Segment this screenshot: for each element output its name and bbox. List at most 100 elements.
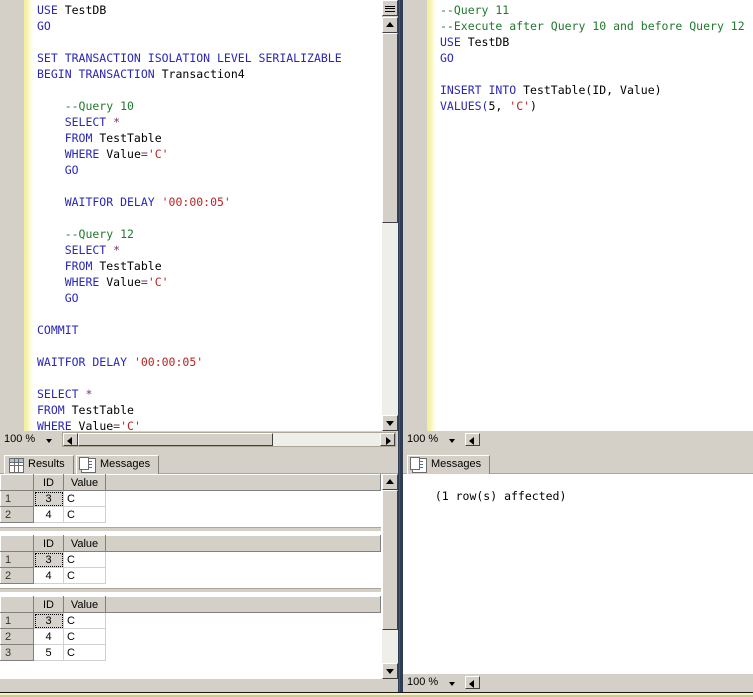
right-scroll-left-button[interactable] [465, 433, 480, 446]
code-token: TestTable [99, 259, 161, 273]
table-row[interactable]: 13C [1, 613, 381, 629]
cell-id[interactable]: 5 [34, 645, 64, 661]
right-sql-editor[interactable]: --Query 11--Execute after Query 10 and b… [403, 0, 753, 431]
table-row[interactable]: 24C [1, 629, 381, 645]
right-editor-zoom-combo[interactable]: 100 % [405, 432, 461, 447]
code-token: 'C' [509, 99, 530, 113]
cell-value[interactable]: C [64, 552, 106, 568]
cell-id[interactable]: 3 [34, 613, 64, 629]
table-row[interactable]: 35C [1, 645, 381, 661]
editor-split-handle[interactable] [382, 0, 398, 16]
table-row[interactable]: 24C [1, 507, 381, 523]
left-editor-code[interactable]: USE TestDBGO SET TRANSACTION ISOLATION L… [33, 0, 398, 431]
right-messages-scroll-left-button[interactable] [465, 676, 480, 689]
row-number-header[interactable]: 1 [1, 491, 34, 507]
left-editor-zoom-combo[interactable]: 100 % [2, 432, 58, 447]
cell-value[interactable]: C [64, 645, 106, 661]
grid-header-filler [106, 475, 381, 491]
code-token: = [141, 275, 148, 289]
grid-column-header[interactable]: ID [34, 597, 64, 613]
scroll-thumb[interactable] [382, 33, 398, 223]
cell-value[interactable]: C [64, 507, 106, 523]
tab-results-label: Results [28, 458, 65, 470]
grid-column-header[interactable] [1, 597, 34, 613]
table-row[interactable]: 13C [1, 552, 381, 568]
tab-messages-right[interactable]: Messages [407, 455, 490, 474]
right-messages-area: (1 row(s) affected) [403, 474, 753, 674]
code-token: SELECT [37, 387, 85, 401]
arrow-down-icon [386, 421, 394, 426]
grid-column-header[interactable]: Value [64, 536, 106, 552]
left-editor-horizontal-scrollbar[interactable] [62, 432, 396, 447]
code-line: WHERE Value='C' [33, 146, 398, 162]
right-messages-zoom-combo[interactable]: 100 % [405, 675, 461, 690]
row-number-header[interactable]: 1 [1, 613, 34, 629]
code-token: GO [440, 51, 454, 65]
cell-filler [106, 568, 381, 584]
scroll-up-button[interactable] [382, 17, 398, 33]
results-scroll-thumb[interactable] [382, 490, 398, 630]
scroll-down-button[interactable] [382, 415, 398, 431]
tab-results[interactable]: Results [4, 455, 74, 474]
cell-value[interactable]: C [64, 613, 106, 629]
table-row[interactable]: 13C [1, 491, 381, 507]
grid-column-header[interactable]: Value [64, 597, 106, 613]
grid-column-header[interactable]: ID [34, 475, 64, 491]
row-number-header[interactable]: 2 [1, 629, 34, 645]
code-token: * [113, 115, 120, 129]
grid-separator [0, 527, 381, 532]
chevron-down-icon [46, 439, 52, 443]
code-token: '00:00:05' [162, 195, 231, 209]
row-number-header[interactable]: 1 [1, 552, 34, 568]
grid-column-header[interactable] [1, 475, 34, 491]
cell-filler [106, 629, 381, 645]
result-grid[interactable]: IDValue13C24C [0, 535, 381, 584]
code-token: BEGIN TRANSACTION [37, 67, 162, 81]
code-token: FROM [37, 403, 72, 417]
result-grid[interactable]: IDValue13C24C [0, 474, 381, 523]
right-editor-code[interactable]: --Query 11--Execute after Query 10 and b… [436, 0, 753, 431]
row-number-header[interactable]: 3 [1, 645, 34, 661]
grid-column-header[interactable] [1, 536, 34, 552]
cell-id[interactable]: 4 [34, 507, 64, 523]
cell-id[interactable]: 4 [34, 568, 64, 584]
hscroll-thumb[interactable] [78, 433, 273, 446]
left-change-indicator-bar [24, 0, 33, 431]
tab-messages[interactable]: Messages [76, 455, 159, 474]
cell-id[interactable]: 3 [34, 552, 64, 568]
code-line: INSERT INTO TestTable(ID, Value) [436, 82, 753, 98]
row-number-header[interactable]: 2 [1, 507, 34, 523]
cell-filler [106, 613, 381, 629]
code-token: WHERE [37, 275, 106, 289]
code-line: GO [436, 50, 753, 66]
left-editor-vertical-scrollbar[interactable] [382, 0, 398, 431]
code-token: COMMIT [37, 323, 79, 337]
cell-id[interactable]: 3 [34, 491, 64, 507]
row-number-header[interactable]: 2 [1, 568, 34, 584]
arrow-right-icon [386, 437, 391, 445]
arrow-left-icon [469, 680, 474, 688]
cell-id[interactable]: 4 [34, 629, 64, 645]
code-line: SELECT * [33, 386, 398, 402]
code-token: TestTable(ID, Value) [523, 83, 661, 97]
left-sql-editor[interactable]: USE TestDBGO SET TRANSACTION ISOLATION L… [0, 0, 398, 431]
results-scroll-up-button[interactable] [382, 474, 398, 490]
cell-value[interactable]: C [64, 629, 106, 645]
results-scroll-down-button[interactable] [382, 663, 398, 679]
result-grid[interactable]: IDValue13C24C35C [0, 596, 381, 661]
code-token: , [495, 99, 509, 113]
tab-messages-right-label: Messages [431, 458, 481, 470]
code-line: --Query 10 [33, 98, 398, 114]
code-token: INSERT INTO [440, 83, 523, 97]
scroll-right-button[interactable] [380, 433, 395, 446]
scroll-left-button[interactable] [63, 433, 78, 446]
table-row[interactable]: 24C [1, 568, 381, 584]
grid-column-header[interactable]: ID [34, 536, 64, 552]
grid-column-header[interactable]: Value [64, 475, 106, 491]
cell-value[interactable]: C [64, 491, 106, 507]
results-vertical-scrollbar[interactable] [382, 474, 398, 679]
cell-filler [106, 507, 381, 523]
chevron-down-icon [449, 682, 455, 686]
code-line: COMMIT [33, 322, 398, 338]
cell-value[interactable]: C [64, 568, 106, 584]
